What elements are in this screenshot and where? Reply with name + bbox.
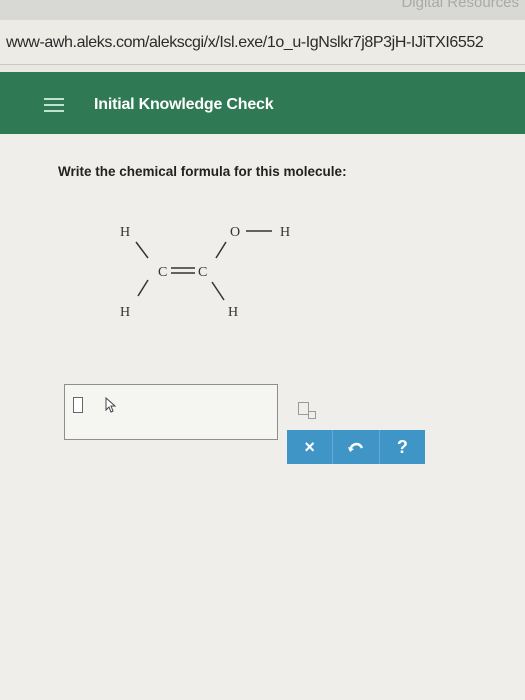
address-bar[interactable]: www-awh.aleks.com/alekscgi/x/Isl.exe/1o_… — [0, 20, 525, 65]
undo-button[interactable] — [333, 430, 380, 464]
atom-h-bottom-left: H — [120, 305, 130, 320]
atom-c-left: C — [158, 265, 167, 280]
atom-o: O — [230, 225, 240, 240]
bond-c-o — [215, 241, 227, 259]
atom-h-on-o: H — [280, 225, 290, 240]
digital-resources-text: Digital Resources — [401, 0, 519, 11]
atom-h-top-left: H — [120, 225, 130, 240]
molecule-diagram: H H C C O H H — [120, 225, 290, 320]
mouse-pointer-icon — [105, 397, 117, 413]
bond-h-c-bottom-left — [137, 279, 149, 297]
help-button[interactable]: ? — [379, 430, 425, 464]
undo-icon — [347, 442, 364, 452]
atom-c-right: C — [198, 265, 207, 280]
atom-h-bottom-right: H — [228, 305, 238, 320]
text-cursor-box-icon — [73, 397, 83, 413]
url-text[interactable]: www-awh.aleks.com/alekscgi/x/Isl.exe/1o_… — [6, 34, 484, 52]
action-button-group: × ? — [287, 430, 425, 464]
subscript-icon[interactable] — [298, 402, 320, 422]
bond-h-c-top-left — [135, 241, 149, 259]
clear-button[interactable]: × — [287, 430, 334, 464]
page-title: Initial Knowledge Check — [94, 96, 274, 113]
question-panel: Write the chemical formula for this mole… — [0, 134, 525, 700]
page-header: Initial Knowledge Check — [0, 72, 525, 134]
browser-top-strip: Digital Resources — [0, 0, 525, 20]
bond-c-h-bottom-right — [211, 281, 225, 301]
hamburger-menu-icon[interactable] — [44, 98, 64, 114]
answer-input[interactable] — [64, 384, 278, 440]
question-prompt: Write the chemical formula for this mole… — [58, 164, 347, 179]
